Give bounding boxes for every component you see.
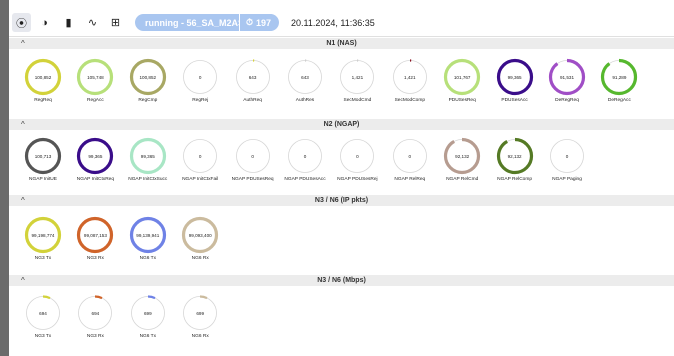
line-chart-icon: ∿	[87, 17, 98, 29]
gauge-tile: 0 NGAP Paging	[545, 137, 589, 185]
half-circle-icon: ◑	[41, 16, 48, 29]
gauge-value: 643	[301, 75, 309, 80]
bar-chart-icon: ▮	[65, 17, 72, 29]
section-header[interactable]: ^ N1 (NAS)	[9, 38, 674, 49]
gauge-label: DeRegAcc	[607, 98, 631, 103]
section-title: N1 (NAS)	[326, 40, 357, 47]
gauge-tile: 0 NGAP PDUSesAcc	[283, 137, 327, 185]
gauge-value: 699	[143, 311, 152, 316]
gauge-tile: 694 NG3 Tx	[21, 294, 65, 342]
gauge-tile: 105,748 RegAcc	[73, 58, 117, 106]
gauge-value: 99,139,941	[136, 233, 160, 238]
gauge-value: 101,767	[453, 75, 471, 80]
gauge-value: 0	[198, 75, 202, 80]
gauge-tile: 643 AuthReq	[231, 58, 275, 106]
gauge-tile: 99,365 NGAP InitCtxReq	[73, 137, 117, 185]
gauge-value: 0	[251, 154, 254, 159]
gauge-value: 1,421	[404, 75, 416, 80]
gauge-value: 699	[196, 311, 205, 316]
gauge-value: 99,087,153	[83, 233, 107, 238]
gauge-value: 1,421	[351, 75, 364, 80]
counter-badge: ⏱ 197	[239, 14, 280, 31]
gauge-value: 99,198,774	[31, 233, 55, 238]
grid-icon: ⊞	[110, 17, 121, 29]
gauge-label: NGAP Paging	[552, 177, 582, 182]
gauge-value: 0	[198, 154, 202, 159]
section-header[interactable]: ^ N2 (NGAP)	[9, 119, 674, 130]
gauge-value: 100,713	[34, 154, 52, 159]
gauge-tile: 99,139,941 NG6 Tx	[126, 216, 170, 264]
section-header[interactable]: ^ N3 / N6 (Mbps)	[9, 275, 674, 286]
gauge-tile: 694 NG3 Rx	[73, 294, 117, 342]
gauge-value: 92,132	[507, 154, 522, 159]
gauge-tile: 91,289 DeRegAcc	[597, 58, 641, 106]
gauge-value: 0	[303, 154, 307, 159]
gauge-value: 0	[356, 154, 359, 159]
gauge-value: 0	[408, 154, 412, 159]
gauge-tile: 0 RegRej	[178, 58, 222, 106]
gauge-value: 91,289	[612, 75, 627, 80]
left-edge-bar	[0, 0, 9, 356]
line-chart-icon-button[interactable]: ∿	[83, 13, 102, 32]
gauge-value: 694	[39, 311, 47, 316]
gauge-tile: 699 NG6 Rx	[178, 294, 222, 342]
gauge-tile: 100,713 NGAP InitUE	[21, 137, 65, 185]
gauge-label: NG6 Rx	[191, 334, 209, 339]
gauge-tile: 92,132 NGAP RelCmd	[440, 137, 484, 185]
gauge-tile: 100,852 RegCmp	[126, 58, 170, 106]
gauge-value: 99,093,400	[188, 233, 212, 238]
gauge-tile: 91,531 DeRegReq	[545, 58, 589, 106]
gauge-label: NG6 Rx	[191, 256, 209, 261]
gauge-value: 100,852	[34, 75, 52, 80]
gauge-tile: 0 NGAP InitCtxFail	[178, 137, 222, 185]
dashboard: ⦿ ◑ ▮ ∿ ⊞ running - 56_SA_M2AS_UDP ⏱ 197…	[9, 0, 674, 356]
half-circle-icon-button[interactable]: ◑	[35, 13, 54, 32]
gauge-tile: 0 NGAP RelReq	[388, 137, 432, 185]
section-title: N3 / N6 (IP pkts)	[314, 197, 369, 204]
gauge-tile: 0 NGAP PDUSesRej	[335, 137, 379, 185]
gauge-tile: 99,365 NGAP InitCtxSucc	[126, 137, 170, 185]
gauge-tile: 101,767 PDUSesReq	[440, 58, 484, 106]
gauge-tile: 643 AuthRes	[283, 58, 327, 106]
gauge-value: 99,365	[140, 154, 155, 159]
gauge-value: 105,748	[87, 75, 104, 80]
section-title: N3 / N6 (Mbps)	[317, 277, 366, 284]
gauge-value: 100,852	[139, 75, 157, 80]
section-title: N2 (NGAP)	[323, 121, 360, 128]
gauge-tile: 0 NGAP PDUSesReq	[231, 137, 275, 185]
gauge-tile: 99,198,774 NG3 Tx	[21, 216, 65, 264]
bar-chart-icon-button[interactable]: ▮	[59, 13, 78, 32]
gauge-tile: 1,421 SecModCmd	[335, 58, 379, 106]
gauge-value: 99,365	[88, 154, 103, 159]
gauge-value: 0	[565, 154, 569, 159]
timestamp: 20.11.2024, 11:36:35	[291, 17, 375, 28]
section-header[interactable]: ^ N3 / N6 (IP pkts)	[9, 195, 674, 206]
gauge-value: 92,132	[455, 154, 470, 159]
gauge-value: 91,531	[559, 75, 575, 80]
gauge-tile: 99,087,153 NG3 Rx	[73, 216, 117, 264]
record-icon: ⦿	[16, 17, 27, 30]
gauge-tile: 699 NG6 Tx	[126, 294, 170, 342]
record-icon-button[interactable]: ⦿	[12, 13, 31, 32]
gauge-tile: 100,852 RegReq	[21, 58, 65, 106]
toolbar: ⦿ ◑ ▮ ∿ ⊞ running - 56_SA_M2AS_UDP ⏱ 197…	[9, 0, 674, 37]
gauge-value: 99,365	[507, 75, 522, 80]
timer-icon: ⏱	[246, 17, 254, 27]
gauge-tile: 99,365 PDUSesAcc	[493, 58, 537, 106]
grid-icon-button[interactable]: ⊞	[106, 13, 125, 32]
counter-value: 197	[256, 17, 272, 28]
gauge-value: 643	[248, 75, 257, 80]
gauge-tile: 92,132 NGAP RelComp	[493, 137, 537, 185]
gauge-tile: 1,421 SecModComp	[388, 58, 432, 106]
gauge-tile: 99,093,400 NG6 Rx	[178, 216, 222, 264]
gauge-value: 694	[91, 311, 100, 316]
